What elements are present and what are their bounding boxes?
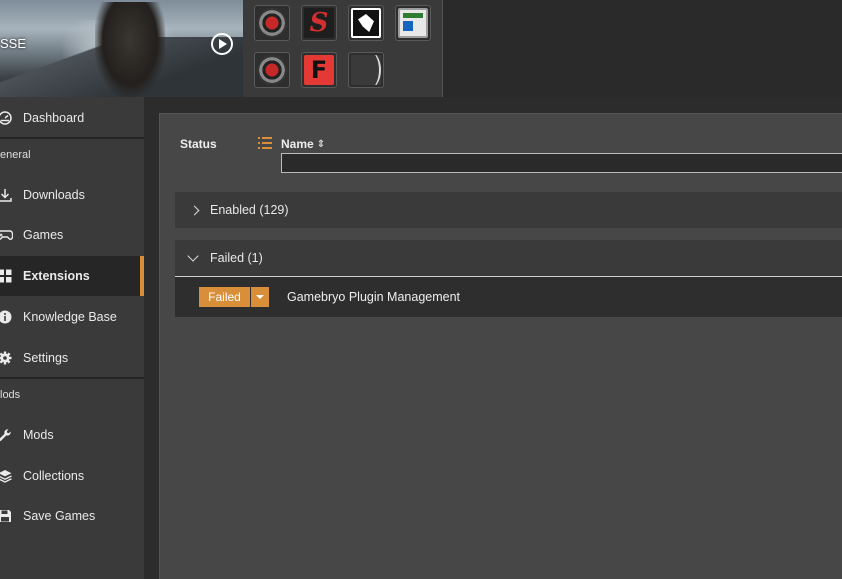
sidebar-item-label: Mods bbox=[23, 428, 54, 442]
sidebar-item-label: Games bbox=[23, 228, 64, 242]
status-button[interactable]: Failed bbox=[199, 287, 250, 307]
tool-dragon-icon[interactable] bbox=[348, 5, 384, 41]
info-icon bbox=[0, 309, 13, 325]
sidebar-item-label: Save Games bbox=[23, 509, 96, 523]
save-icon bbox=[0, 508, 13, 524]
group-label: Failed (1) bbox=[210, 251, 263, 265]
section-label-general: eneral bbox=[0, 149, 31, 161]
sidebar-item-label: Downloads bbox=[23, 188, 85, 202]
sidebar-item-dashboard[interactable]: Dashboard bbox=[0, 98, 144, 138]
wrench-icon bbox=[0, 427, 13, 443]
extensions-grid-icon bbox=[0, 268, 13, 284]
dashboard-icon bbox=[0, 110, 13, 126]
sort-icon[interactable]: ⇕ bbox=[317, 139, 325, 150]
sidebar-item-games[interactable]: Games bbox=[0, 215, 144, 255]
game-banner[interactable]: SSE bbox=[0, 0, 243, 97]
sidebar-item-label: Extensions bbox=[23, 269, 90, 283]
sidebar-item-mods[interactable]: Mods bbox=[0, 415, 144, 455]
sidebar-item-save-games[interactable]: Save Games bbox=[0, 496, 144, 536]
game-label: SSE bbox=[0, 36, 27, 51]
chevron-right-icon bbox=[175, 205, 210, 215]
tool-f-letter-icon[interactable]: F bbox=[301, 52, 337, 88]
sidebar-item-label: Collections bbox=[23, 469, 85, 483]
sidebar-divider bbox=[0, 377, 144, 379]
sidebar-item-downloads[interactable]: Downloads bbox=[0, 175, 144, 215]
banner-warrior bbox=[95, 2, 165, 97]
sidebar-item-collections[interactable]: Collections bbox=[0, 456, 144, 496]
sidebar-item-label: Knowledge Base bbox=[23, 310, 117, 324]
status-split-button: Failed bbox=[199, 287, 269, 307]
play-icon[interactable] bbox=[211, 33, 233, 55]
status-dropdown-icon[interactable] bbox=[251, 287, 269, 307]
column-header-name[interactable]: Name ⇕ bbox=[281, 137, 325, 151]
tool-script-extender-s-icon[interactable]: S bbox=[301, 5, 337, 41]
gear-icon bbox=[0, 350, 13, 366]
section-label-mods: lods bbox=[0, 389, 21, 401]
group-header-failed[interactable]: Failed (1) bbox=[175, 240, 842, 276]
name-filter-input[interactable] bbox=[281, 153, 842, 173]
group-label: Enabled (129) bbox=[210, 203, 289, 217]
tool-window-app-icon[interactable] bbox=[395, 5, 431, 41]
column-header-status[interactable]: Status bbox=[180, 137, 217, 151]
sidebar-item-label: Dashboard bbox=[23, 111, 85, 125]
gamepad-icon bbox=[0, 227, 13, 243]
download-icon bbox=[0, 187, 13, 203]
sidebar-item-label: Settings bbox=[23, 351, 69, 365]
chevron-down-icon bbox=[175, 250, 210, 262]
sidebar-item-knowledge-base[interactable]: Knowledge Base bbox=[0, 297, 144, 337]
table-row[interactable]: Failed Gamebryo Plugin Management bbox=[175, 277, 842, 317]
tool-crosshair-gear-icon[interactable] bbox=[254, 5, 290, 41]
group-header-enabled[interactable]: Enabled (129) bbox=[175, 192, 842, 228]
tool-curve-icon[interactable] bbox=[348, 52, 384, 88]
sidebar-divider bbox=[0, 137, 144, 139]
column-header-name-label: Name bbox=[281, 137, 314, 151]
extensions-panel bbox=[159, 113, 842, 579]
extension-name: Gamebryo Plugin Management bbox=[287, 290, 461, 304]
sidebar-item-settings[interactable]: Settings bbox=[0, 338, 144, 378]
tool-crosshair-gear-icon-2[interactable] bbox=[254, 52, 290, 88]
layers-icon bbox=[0, 468, 13, 484]
sidebar-item-extensions[interactable]: Extensions bbox=[0, 256, 144, 296]
topbar-empty bbox=[443, 0, 842, 97]
list-icon[interactable] bbox=[258, 137, 272, 149]
